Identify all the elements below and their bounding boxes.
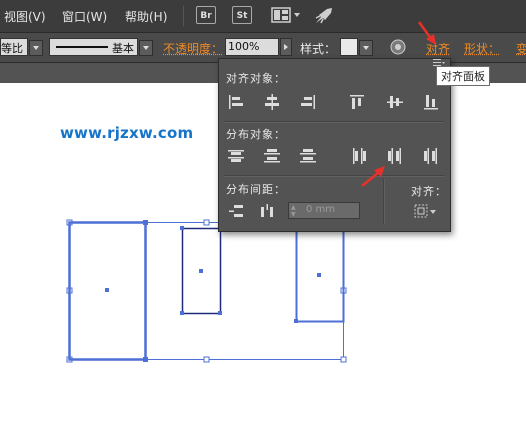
annotation-arrows xyxy=(0,0,526,426)
red-arrow-icon xyxy=(419,22,436,45)
red-arrow-icon xyxy=(362,166,385,186)
